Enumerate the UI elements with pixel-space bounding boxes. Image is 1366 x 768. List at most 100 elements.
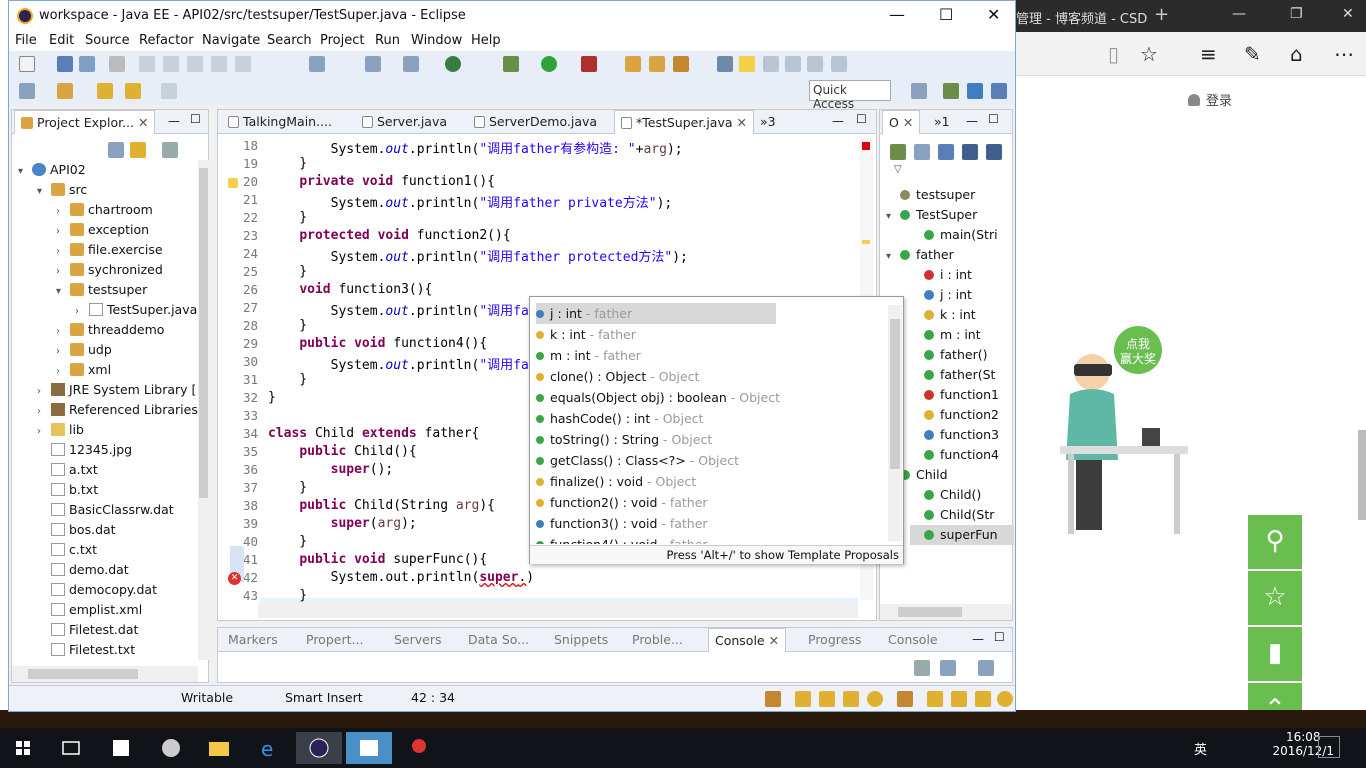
outline-item[interactable]: function2: [910, 405, 999, 425]
outline-hscrollbar[interactable]: [880, 604, 1012, 620]
tab-testsuper[interactable]: *TestSuper.java ✕: [614, 110, 754, 134]
share-icon[interactable]: ⌂: [1290, 42, 1303, 66]
menu-source[interactable]: Source: [85, 33, 130, 48]
outline-item[interactable]: function1: [910, 385, 999, 405]
outline-item[interactable]: ▾ TestSuper: [886, 205, 977, 225]
minimize-view-icon[interactable]: —: [966, 114, 978, 128]
hide-nonpublic-icon[interactable]: [986, 144, 1002, 160]
status-cap-icon-2[interactable]: [951, 691, 967, 707]
code-line[interactable]: public void superFunc(){: [268, 552, 487, 567]
tab-markers[interactable]: Markers: [222, 628, 284, 652]
tab-serverdemo[interactable]: ServerDemo.java: [468, 110, 603, 134]
tab-properties[interactable]: Propert...: [300, 628, 369, 652]
show-whitespace-icon[interactable]: [785, 56, 801, 72]
code-line[interactable]: void function3(){: [268, 282, 432, 297]
action-center-icon[interactable]: [1318, 736, 1340, 758]
step-over-icon[interactable]: [235, 56, 251, 72]
next-annotation-icon[interactable]: [807, 56, 823, 72]
close-window-button[interactable]: ✕: [987, 5, 1000, 24]
tree-item[interactable]: ▾ testsuper: [56, 280, 147, 300]
tree-item[interactable]: ▾ API02: [18, 160, 86, 180]
explorer-taskbar-button[interactable]: [196, 732, 242, 764]
tree-item[interactable]: c.txt: [37, 540, 97, 560]
code-line[interactable]: }: [268, 264, 307, 279]
status-cap-icon[interactable]: [819, 691, 835, 707]
menu-run[interactable]: Run: [375, 33, 400, 48]
paint-taskbar-button[interactable]: [148, 732, 194, 764]
code-line[interactable]: }: [268, 480, 307, 495]
toggle-mark-icon[interactable]: [717, 56, 733, 72]
warning-icon[interactable]: [228, 178, 238, 188]
run-icon[interactable]: [541, 56, 557, 72]
status-gear-icon[interactable]: [867, 691, 883, 707]
maximize-editor-icon[interactable]: ☐: [856, 112, 867, 126]
status-tool-icon-2[interactable]: [897, 691, 913, 707]
share-float-button[interactable]: ⚲: [1248, 515, 1302, 569]
expand-arrow-icon[interactable]: ›: [75, 302, 89, 322]
expand-arrow-icon[interactable]: ▾: [18, 162, 32, 182]
explorer-scrollbar[interactable]: [198, 160, 209, 660]
code-line[interactable]: System.out.println("调用fat: [268, 354, 537, 373]
outline-item[interactable]: superFun: [910, 525, 1014, 545]
menu-help[interactable]: Help: [471, 33, 501, 48]
code-line[interactable]: System.out.println(super.): [268, 570, 535, 585]
new-server-icon[interactable]: [365, 56, 381, 72]
proposal-item[interactable]: toString() : String - Object: [536, 429, 774, 450]
tree-item[interactable]: b.txt: [37, 480, 98, 500]
tab-console[interactable]: Console ✕: [708, 628, 787, 652]
collapse-all-icon[interactable]: [108, 142, 124, 158]
tree-item[interactable]: › xml: [56, 360, 111, 380]
hide-fields-icon[interactable]: [938, 144, 954, 160]
step-into-icon[interactable]: [211, 56, 227, 72]
open-folder-icon[interactable]: [625, 56, 641, 72]
link-editor-icon[interactable]: [130, 142, 146, 158]
external-tools-icon[interactable]: [581, 56, 597, 72]
resume-icon[interactable]: [139, 56, 155, 72]
maximize-window-button[interactable]: ☐: [939, 5, 953, 24]
outline-item[interactable]: j : int: [910, 285, 972, 305]
globe-icon[interactable]: [445, 56, 461, 72]
minimize-view-icon[interactable]: —: [168, 114, 180, 128]
status-book-icon-2[interactable]: [927, 691, 943, 707]
java-perspective-icon[interactable]: [943, 83, 959, 99]
error-overview-marker[interactable]: [862, 142, 870, 150]
code-line[interactable]: }: [268, 318, 307, 333]
tab-servers[interactable]: Servers: [388, 628, 448, 652]
tree-item[interactable]: › TestSuper.java: [75, 300, 197, 320]
code-line[interactable]: super();: [268, 462, 394, 477]
hub-icon[interactable]: ≡: [1200, 42, 1217, 66]
collapse-icon[interactable]: [890, 144, 906, 160]
proposal-item[interactable]: function2() : void - father: [536, 492, 774, 513]
code-line[interactable]: }: [268, 372, 307, 387]
eclipse-taskbar-button[interactable]: [296, 732, 342, 764]
maximize-view-icon[interactable]: ☐: [988, 112, 999, 126]
minimize-window-button[interactable]: —: [889, 5, 905, 24]
proposal-item[interactable]: finalize() : void - Object: [536, 471, 774, 492]
warning-overview-marker[interactable]: [862, 240, 870, 244]
outline-item[interactable]: function4: [910, 445, 999, 465]
close-icon[interactable]: ✕: [1342, 6, 1354, 22]
tab-outline-overflow[interactable]: »1: [928, 110, 956, 134]
save-icon[interactable]: [57, 56, 73, 72]
outline-item[interactable]: Child(): [910, 485, 981, 505]
browser-scrollbar[interactable]: [1358, 430, 1366, 520]
edge-taskbar-button[interactable]: e: [246, 732, 292, 764]
menu-file[interactable]: File: [15, 33, 37, 48]
expand-arrow-icon[interactable]: ›: [56, 362, 70, 382]
outline-item[interactable]: ▾ father: [886, 245, 954, 265]
outline-item[interactable]: m : int: [910, 325, 981, 345]
status-tool-icon[interactable]: [765, 691, 781, 707]
expand-arrow-icon[interactable]: ▾: [886, 247, 900, 267]
web-note-icon[interactable]: ✎: [1244, 42, 1261, 66]
tree-item[interactable]: BasicClassrw.dat: [37, 500, 174, 520]
console-pin-icon[interactable]: [914, 660, 930, 676]
task-view-button[interactable]: [48, 732, 94, 764]
code-line[interactable]: System.out.println("调用father有参构造: "+arg)…: [268, 138, 683, 157]
status-book-icon[interactable]: [795, 691, 811, 707]
menu-edit[interactable]: Edit: [49, 33, 74, 48]
display-console-icon[interactable]: [940, 660, 956, 676]
store-taskbar-button[interactable]: [98, 732, 144, 764]
debug-perspective-icon[interactable]: [991, 83, 1007, 99]
tree-item[interactable]: Filetest.txt: [37, 640, 135, 660]
block-selection-icon[interactable]: [763, 56, 779, 72]
